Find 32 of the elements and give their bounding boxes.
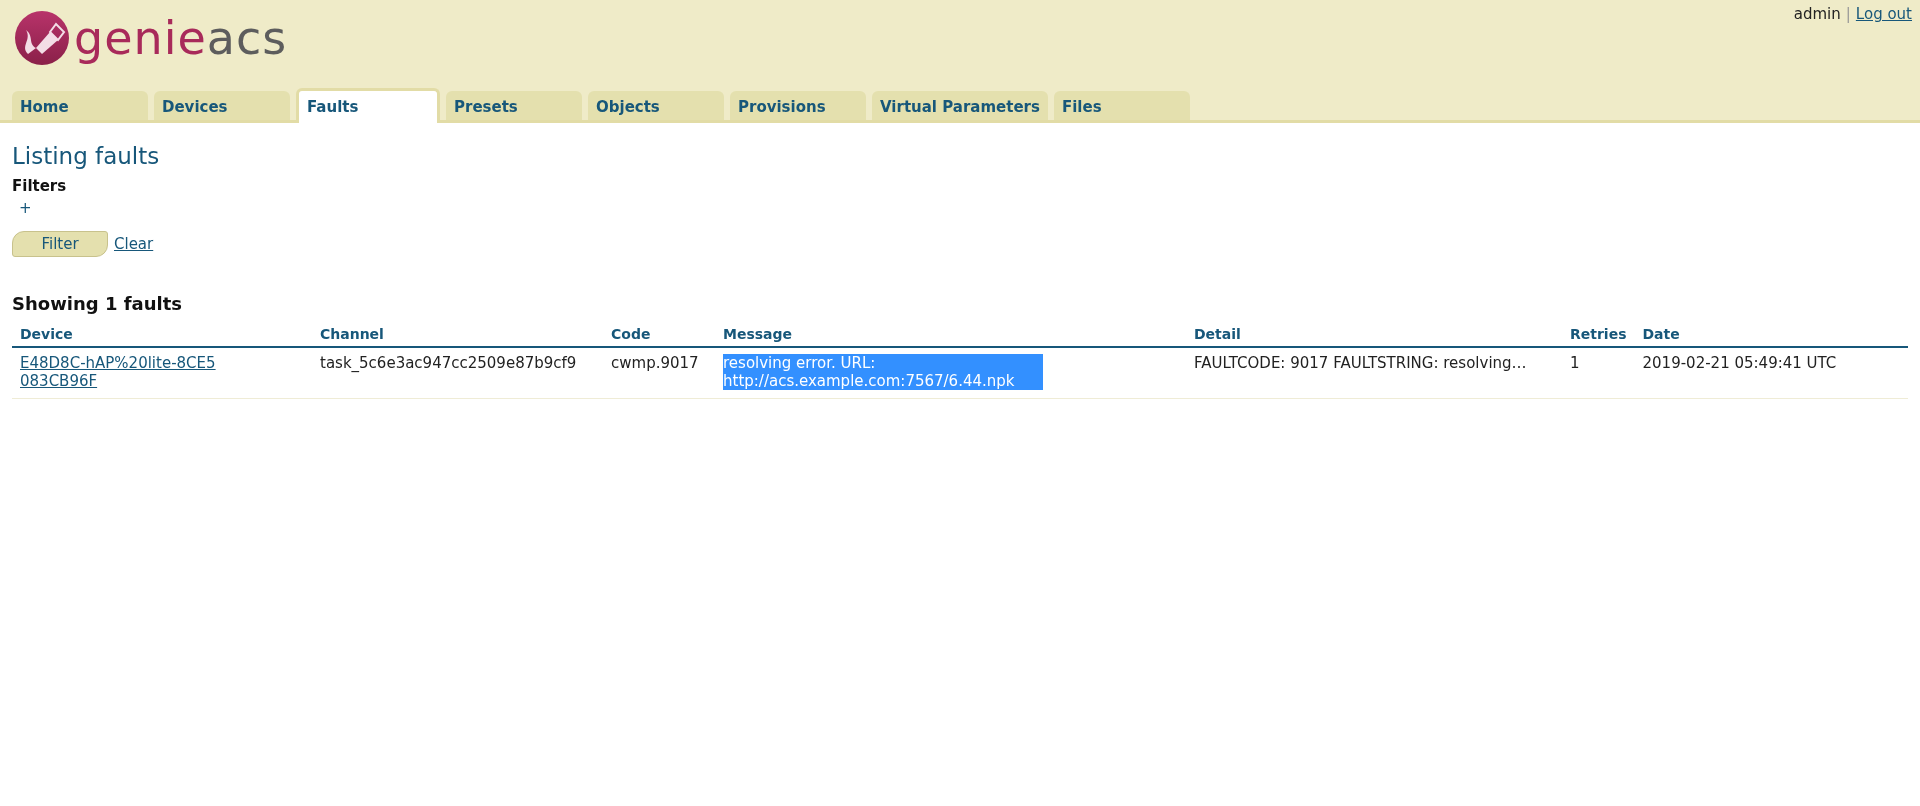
nav-tab[interactable]: Home [12, 91, 148, 120]
column-header: Message [715, 320, 1186, 347]
results-count: Showing 1 faults [12, 293, 183, 314]
table-cell: 1 [1570, 354, 1580, 372]
nav-tab[interactable]: Files [1053, 91, 1190, 120]
column-header: Retries [1562, 320, 1635, 347]
nav-tab[interactable]: Provisions [730, 91, 866, 120]
table-cell: FAULTCODE: 9017 FAULTSTRING: resolving… [1194, 354, 1527, 372]
device-link[interactable]: E48D8C-hAP%20lite-8CE5083CB96F [20, 354, 220, 390]
filter-button[interactable]: Filter [12, 231, 108, 257]
separator: | [1845, 5, 1851, 23]
logout-link[interactable]: Log out [1855, 5, 1912, 23]
nav-tab[interactable]: Objects [588, 91, 724, 120]
column-header: Code [603, 320, 715, 347]
username: admin [1793, 5, 1841, 23]
clear-link[interactable]: Clear [114, 235, 154, 253]
add-filter-link[interactable]: + [19, 199, 32, 217]
column-header: Detail [1186, 320, 1562, 347]
table-cell: cwmp.9017 [611, 354, 699, 372]
nav-tab[interactable]: Presets [446, 91, 582, 120]
column-header: Channel [312, 320, 603, 347]
column-header: Date [1634, 320, 1908, 347]
filters-label: Filters [12, 177, 68, 195]
table-cell: 2019-02-21 05:49:41 UTC [1642, 354, 1837, 372]
nav-tab[interactable]: Devices [154, 91, 290, 120]
message-text: resolving error. URL: http://acs.example.com:7567/6.44.npk [723, 354, 1043, 390]
brush-logo-icon [14, 10, 70, 66]
nav-tab[interactable]: Faults [296, 88, 440, 123]
page-title: Listing faults [12, 143, 161, 169]
nav-tab[interactable]: Virtual Parameters [872, 91, 1048, 120]
column-header: Device [12, 320, 312, 347]
table-cell: task_5c6e3ac947cc2509e87b9cf9 [320, 354, 577, 372]
